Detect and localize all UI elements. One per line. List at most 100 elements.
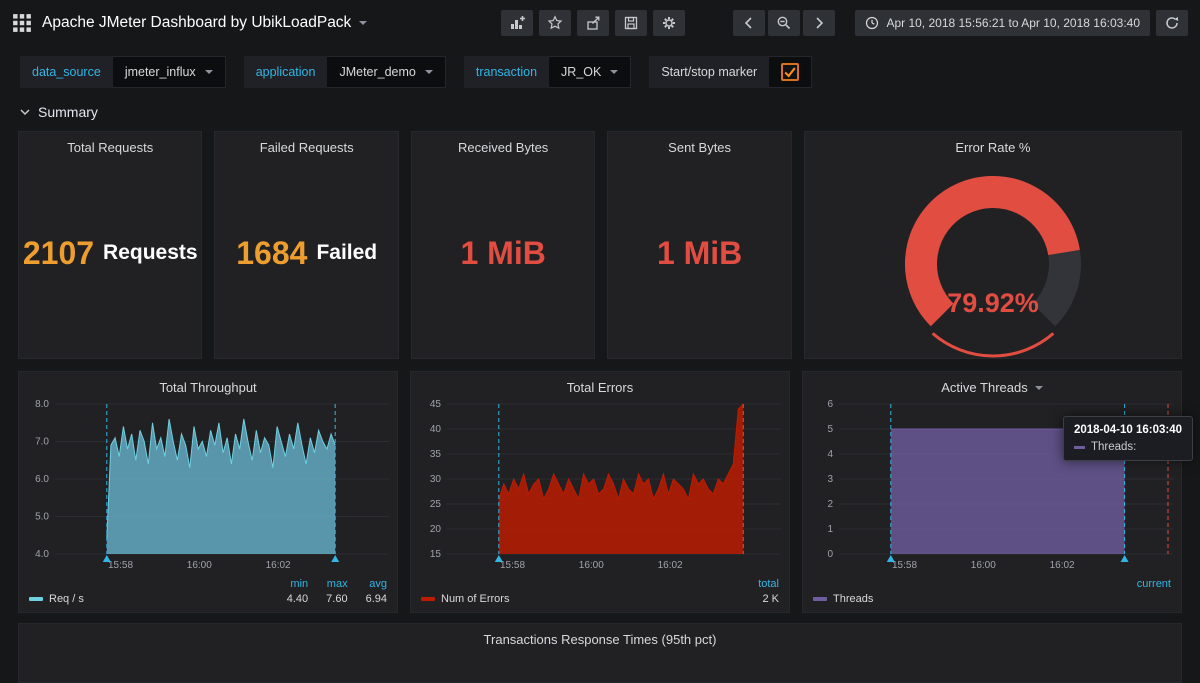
- zoom-out-icon: [778, 16, 791, 30]
- refresh-icon: [1166, 16, 1179, 29]
- error-rate-gauge: 79.92%: [805, 158, 1181, 358]
- series-swatch-icon: [421, 597, 435, 601]
- panel-total-requests: Total Requests 2107 Requests: [18, 131, 203, 359]
- time-shift-controls: [733, 10, 836, 36]
- panel-total-throughput: Total Throughput 4.0 5.0 6.0 7.0 8.0 15:58 16:0…: [18, 371, 398, 613]
- legend: Threads current: [803, 574, 1181, 612]
- filter-label: application: [243, 56, 328, 88]
- legend-stats: min 4.40 max 7.60 avg 6.94: [269, 578, 387, 605]
- stat-value: 1 MiB: [656, 234, 743, 271]
- time-range-label: Apr 10, 2018 15:56:21 to Apr 10, 2018 16…: [886, 16, 1140, 30]
- marker-checkbox-chip: [769, 56, 813, 88]
- panel-title[interactable]: Failed Requests: [215, 132, 397, 158]
- legend: Req / s min 4.40 max 7.60 avg 6.94: [19, 574, 397, 612]
- legend-series-threads[interactable]: Threads: [813, 593, 873, 605]
- panel-title[interactable]: Received Bytes: [412, 132, 594, 158]
- stat-value: 1 MiB: [460, 234, 546, 271]
- panel-active-threads: Active Threads 0 1 2 3 4 5 6 15:58 16:00 16:02 Thre…: [802, 371, 1193, 613]
- start-stop-marker-toggle: Start/stop marker: [649, 56, 813, 88]
- grafana-dashboard: Apache JMeter Dashboard by UbikLoadPack: [0, 0, 1200, 683]
- panel-error-rate: Error Rate % 79.92%: [803, 131, 1182, 359]
- legend-series-num-of-errors[interactable]: Num of Errors: [421, 593, 509, 605]
- series-swatch-icon: [813, 597, 827, 601]
- panel-title[interactable]: Error Rate %: [805, 132, 1181, 158]
- template-variables-row: data_source jmeter_influx application JMete…: [0, 46, 1200, 88]
- filter-label: data_source: [20, 56, 113, 88]
- time-shift-back-button[interactable]: [733, 10, 766, 36]
- tooltip-series-label: Threads:: [1090, 441, 1137, 453]
- section-title: Summary: [38, 104, 98, 120]
- panel-total-errors: Total Errors 15 20 25 30 35 40 45 15:58 16:00 16:0…: [410, 371, 790, 613]
- summary-panels-row: Total Requests 2107 Requests Failed Request…: [0, 131, 1200, 359]
- svg-text:7.0: 7.0: [35, 437, 49, 448]
- stat-suffix: Requests: [103, 241, 198, 264]
- dashboard-title-dropdown[interactable]: Apache JMeter Dashboard by UbikLoadPack: [42, 14, 368, 32]
- legend-series-req-s[interactable]: Req / s: [29, 593, 84, 605]
- caret-down-icon: [1034, 385, 1043, 390]
- total-throughput-chart[interactable]: 4.0 5.0 6.0 7.0 8.0 15:58 16:00 16:02: [19, 398, 397, 574]
- row-toggle-summary[interactable]: Summary: [0, 88, 1200, 131]
- clock-icon: [866, 16, 879, 30]
- svg-text:16:02: 16:02: [658, 560, 683, 571]
- filter-label: transaction: [463, 56, 550, 88]
- total-errors-chart[interactable]: 15 20 25 30 35 40 45 15:58 16:00 16:02: [411, 398, 789, 574]
- svg-text:16:00: 16:00: [187, 560, 212, 571]
- time-shift-forward-button[interactable]: [803, 10, 836, 36]
- save-icon: [625, 16, 638, 30]
- star-dashboard-button[interactable]: [539, 10, 572, 36]
- svg-text:5: 5: [827, 424, 833, 435]
- panel-failed-requests: Failed Requests 1684 Failed: [214, 131, 399, 359]
- legend-stat-total: total 2 K: [758, 578, 779, 605]
- filter-value-dropdown[interactable]: JMeter_demo: [327, 56, 446, 88]
- caret-down-icon: [204, 70, 213, 74]
- panel-title[interactable]: Transactions Response Times (95th pct): [19, 624, 1181, 650]
- legend: Num of Errors total 2 K: [411, 574, 789, 612]
- filter-application: application JMeter_demo: [243, 56, 446, 88]
- settings-button[interactable]: [653, 10, 686, 36]
- panel-transactions-response-times: Transactions Response Times (95th pct): [18, 623, 1182, 683]
- svg-text:25: 25: [430, 499, 442, 510]
- svg-text:20: 20: [430, 524, 442, 535]
- svg-text:8.0: 8.0: [35, 399, 49, 410]
- marker-checkbox[interactable]: [781, 63, 800, 81]
- panel-title[interactable]: Total Throughput: [19, 372, 397, 398]
- filter-value-dropdown[interactable]: JR_OK: [549, 56, 632, 88]
- caret-down-icon: [610, 70, 619, 74]
- share-dashboard-button[interactable]: [577, 10, 610, 36]
- filter-value-dropdown[interactable]: jmeter_influx: [112, 56, 226, 88]
- apps-menu-button[interactable]: [12, 13, 32, 33]
- svg-text:15:58: 15:58: [892, 560, 917, 571]
- svg-text:4: 4: [827, 449, 833, 460]
- collapse-chevron-icon: [20, 108, 30, 115]
- apps-grid-icon: [13, 14, 31, 32]
- svg-text:2: 2: [827, 499, 833, 510]
- check-icon: [784, 67, 796, 78]
- panel-title[interactable]: Active Threads: [803, 372, 1181, 398]
- stat-value: 1684 Failed: [236, 234, 378, 271]
- legend-stats: current: [1119, 578, 1171, 605]
- save-dashboard-button[interactable]: [615, 10, 648, 36]
- panel-title[interactable]: Total Errors: [411, 372, 789, 398]
- svg-text:15: 15: [430, 549, 442, 560]
- graph-tooltip: 2018-04-10 16:03:40 Threads:: [1062, 416, 1193, 461]
- svg-text:0: 0: [827, 549, 833, 560]
- time-range-picker[interactable]: Apr 10, 2018 15:56:21 to Apr 10, 2018 16…: [855, 10, 1150, 36]
- refresh-button[interactable]: [1156, 10, 1188, 36]
- add-panel-button[interactable]: [501, 10, 534, 36]
- legend-stat-current: current: [1136, 578, 1171, 590]
- legend-stat-avg: avg 6.94: [365, 578, 387, 605]
- chevron-left-icon: [745, 17, 753, 29]
- dashboard-title: Apache JMeter Dashboard by UbikLoadPack: [42, 14, 352, 31]
- panel-title[interactable]: Total Requests: [19, 132, 201, 158]
- graphs-row: Total Throughput 4.0 5.0 6.0 7.0 8.0 15:58 16:0…: [0, 371, 1200, 613]
- filter-data-source: data_source jmeter_influx: [20, 56, 226, 88]
- svg-text:4.0: 4.0: [35, 549, 49, 560]
- svg-text:79.92%: 79.92%: [947, 288, 1039, 318]
- marker-toggle-label: Start/stop marker: [649, 56, 770, 88]
- caret-down-icon: [424, 70, 433, 74]
- zoom-out-time-button[interactable]: [768, 10, 801, 36]
- settings-gear-icon: [663, 17, 676, 29]
- caret-down-icon: [359, 21, 368, 25]
- panel-title[interactable]: Sent Bytes: [608, 132, 790, 158]
- stat-value: 2107 Requests: [22, 234, 198, 271]
